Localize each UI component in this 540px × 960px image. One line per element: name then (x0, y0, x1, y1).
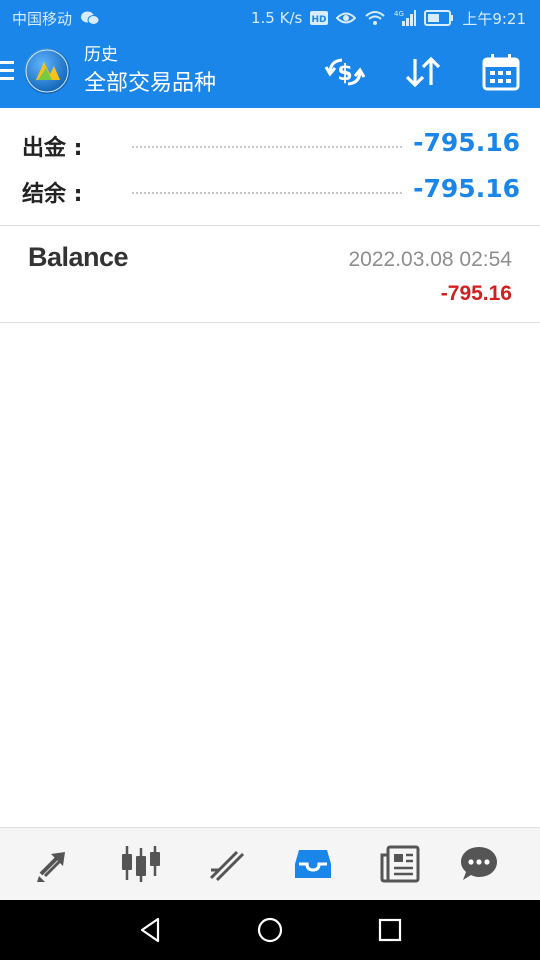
summary-row-withdrawal: 出金 : -795.16 (22, 126, 520, 166)
carrier-name: 中国移动 (12, 9, 73, 28)
page-subtitle: 历史 (84, 45, 118, 65)
title-block[interactable]: 历史 全部交易品种 (84, 44, 216, 100)
calendar-icon[interactable] (479, 50, 523, 94)
dotted-leader (132, 146, 402, 148)
page-title: 全部交易品种 (84, 71, 217, 96)
summary-label: 结余 : (22, 182, 83, 207)
menu-icon[interactable] (0, 61, 16, 83)
history-inbox-icon[interactable] (288, 840, 338, 888)
chat-icon[interactable] (454, 840, 504, 888)
currency-exchange-icon[interactable]: $ (323, 50, 367, 94)
chart-icon[interactable] (116, 840, 166, 888)
app-logo[interactable] (24, 48, 70, 94)
wechat-icon (80, 10, 100, 26)
status-bar: 中国移动 1.5 K/s HD 4G 上午9:21 (0, 0, 540, 36)
hd-icon: HD (310, 11, 329, 25)
summary-value: -795.16 (413, 174, 520, 203)
news-icon[interactable] (375, 840, 425, 888)
clock: 上午9:21 (462, 9, 526, 28)
sort-icon[interactable] (401, 50, 445, 94)
recents-icon[interactable] (372, 912, 408, 948)
history-row[interactable]: Balance 2022.03.08 02:54 -795.16 (0, 226, 540, 323)
battery-icon (424, 10, 454, 26)
svg-text:HD: HD (312, 15, 327, 25)
system-nav-bar (0, 900, 540, 960)
history-amount: -795.16 (440, 282, 512, 305)
dotted-leader (132, 192, 402, 194)
trade-icon[interactable] (30, 840, 80, 888)
summary-row-balance: 结余 : -795.16 (22, 172, 520, 212)
history-type: Balance (28, 242, 129, 272)
summary-panel: 出金 : -795.16 结余 : -795.16 (0, 108, 540, 226)
screen: 中国移动 1.5 K/s HD 4G 上午9:21 历史 全部交易品种 $ 出金… (0, 0, 540, 960)
back-icon[interactable] (132, 912, 168, 948)
quotes-trend-icon[interactable] (202, 840, 252, 888)
summary-value: -795.16 (413, 128, 520, 157)
history-datetime: 2022.03.08 02:54 (348, 248, 513, 271)
app-bar: 历史 全部交易品种 $ (0, 36, 540, 108)
signal-icon: 4G (394, 10, 417, 26)
network-type: 4G (394, 10, 404, 18)
bottom-tab-bar (0, 827, 540, 900)
net-speed: 1.5 K/s (250, 9, 303, 27)
home-icon[interactable] (252, 912, 288, 948)
summary-label: 出金 : (22, 136, 83, 161)
eye-icon (336, 11, 357, 25)
wifi-icon (364, 10, 386, 26)
